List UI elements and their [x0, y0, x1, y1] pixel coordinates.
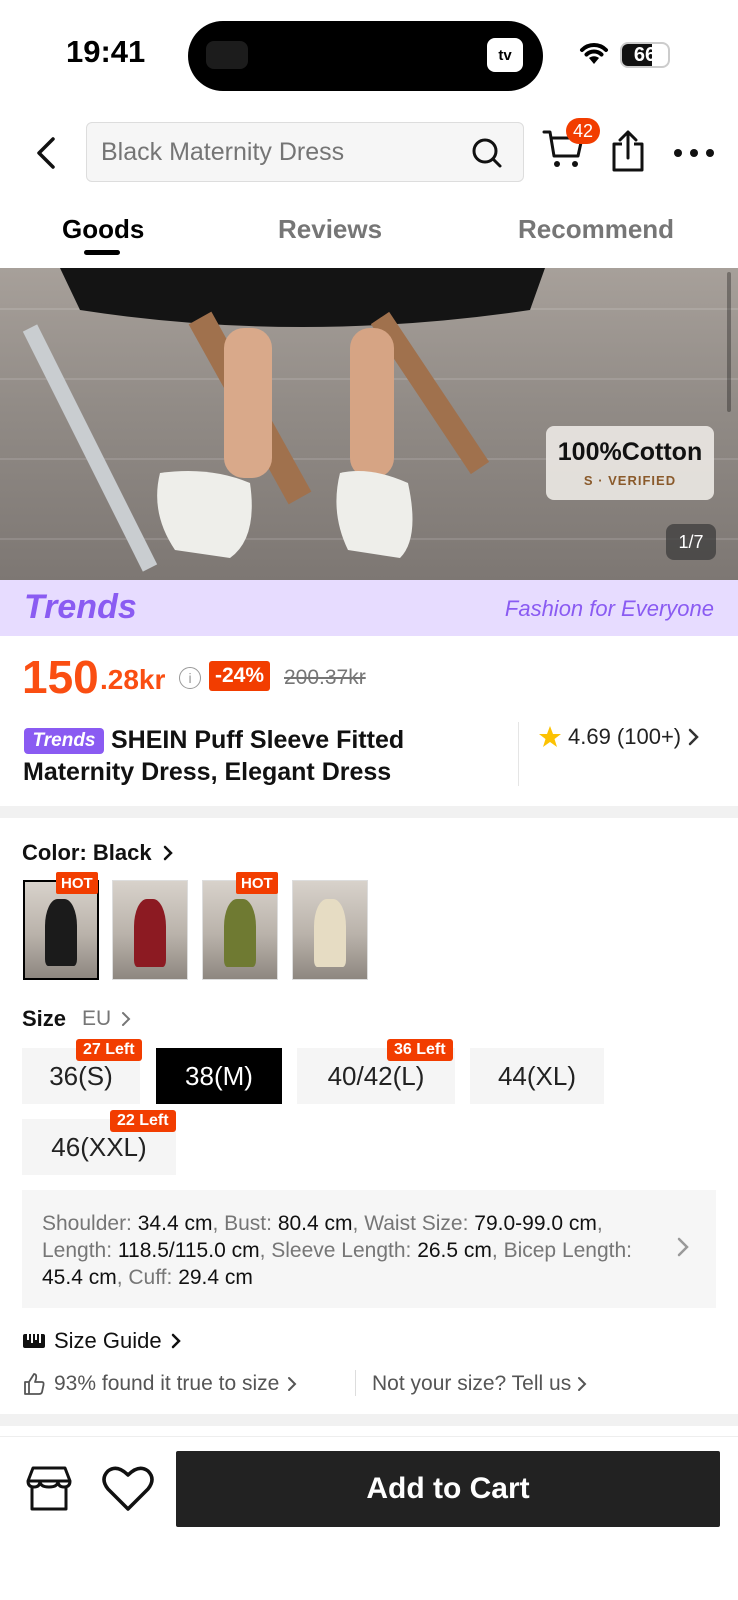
color-swatch-burgundy[interactable] [112, 880, 188, 980]
tell-us-text: Not your size? Tell us [372, 1372, 572, 1395]
back-button[interactable] [26, 128, 66, 178]
trends-slogan: Fashion for Everyone [504, 596, 714, 621]
more-icon[interactable] [670, 136, 718, 170]
chevron-right-icon [688, 728, 699, 746]
true-to-size-text: 93% found it true to size [54, 1372, 280, 1395]
thumbs-up-icon [24, 1373, 45, 1395]
stock-badge: 36 Left [387, 1039, 453, 1061]
wifi-icon [578, 40, 610, 71]
search-bar[interactable] [86, 122, 524, 182]
size-label: Size [22, 1006, 67, 1031]
product-image[interactable]: 100%Cotton S · VERIFIED 1/7 [0, 268, 738, 580]
size-guide-text: Size Guide [54, 1328, 162, 1353]
dynamic-island: tv [188, 21, 543, 91]
add-to-cart-button[interactable]: Add to Cart [176, 1451, 720, 1527]
trends-tag: Trends [24, 728, 104, 754]
rating-value: 4.69 (100+) [568, 724, 682, 749]
share-icon[interactable] [608, 128, 652, 178]
cotton-badge-title: 100%Cotton [557, 438, 703, 466]
model-photo-illustration [22, 268, 545, 572]
tab-active-indicator [84, 250, 120, 255]
size-option-44xl[interactable]: 44(XL) [470, 1048, 604, 1104]
cart-count-badge: 42 [566, 118, 600, 144]
color-label[interactable]: Color: Black [22, 840, 174, 866]
chevron-right-icon [171, 1333, 181, 1349]
scroll-indicator [727, 272, 731, 412]
hot-badge: HOT [56, 872, 98, 894]
stock-badge: 27 Left [76, 1039, 142, 1061]
battery-level: 66 [633, 43, 657, 66]
chevron-right-icon [677, 1237, 689, 1257]
price-decimal: .28kr [100, 664, 166, 695]
title-divider [518, 722, 519, 786]
color-swatch-olive[interactable] [202, 880, 278, 980]
cotton-badge-sub: S · VERIFIED [583, 473, 677, 488]
size-unit-text: EU [82, 1007, 112, 1030]
price-main: 150 [22, 651, 99, 703]
status-time: 19:41 [66, 34, 146, 69]
measurement-text: Shoulder: 34.4 cm, Bust: 80.4 cm, Waist … [42, 1212, 633, 1289]
rating-link[interactable]: 4.69 (100+) [538, 722, 701, 752]
true-to-size-link[interactable]: 93% found it true to size [22, 1370, 297, 1398]
image-counter: 1/7 [666, 524, 716, 560]
chevron-right-icon [288, 1377, 297, 1391]
search-icon[interactable] [467, 133, 507, 173]
cotton-verified-badge: 100%Cotton S · VERIFIED [546, 426, 714, 500]
apple-tv-icon: tv [487, 38, 523, 72]
color-swatch-beige[interactable] [292, 880, 368, 980]
discount-badge: -24% [209, 661, 271, 691]
star-icon [539, 726, 561, 747]
battery-indicator: 66 [620, 42, 670, 68]
hot-badge: HOT [236, 872, 278, 894]
size-guide-link[interactable]: Size Guide [22, 1328, 182, 1354]
chevron-right-icon [163, 845, 173, 861]
stock-badge: 22 Left [110, 1110, 176, 1132]
size-measurements[interactable]: Shoulder: 34.4 cm, Bust: 80.4 cm, Waist … [22, 1190, 716, 1308]
search-input[interactable] [101, 123, 451, 181]
wishlist-heart-icon[interactable] [102, 1465, 154, 1515]
color-swatch-black[interactable] [23, 880, 99, 980]
section-divider [0, 1414, 738, 1426]
island-app-label: tv [498, 46, 512, 64]
section-divider [0, 806, 738, 818]
tab-goods[interactable]: Goods [62, 214, 144, 245]
store-icon[interactable] [24, 1465, 74, 1515]
original-price: 200.37kr [284, 666, 366, 689]
color-label-text: Color: Black [22, 840, 152, 865]
bottom-action-bar: Add to Cart [0, 1436, 738, 1600]
price-info-icon[interactable]: i [179, 667, 201, 689]
chevron-right-icon [122, 1012, 131, 1026]
back-arrow-icon [37, 137, 55, 169]
size-option-38m[interactable]: 38(M) [156, 1048, 282, 1104]
tab-recommend[interactable]: Recommend [518, 214, 674, 245]
ruler-icon [23, 1334, 45, 1348]
chevron-right-icon [578, 1377, 587, 1391]
trends-logo: Trends [24, 588, 137, 626]
tab-reviews[interactable]: Reviews [278, 214, 382, 245]
size-unit-selector[interactable]: EU [82, 1007, 131, 1031]
island-camera-thumbnail [206, 41, 248, 69]
fit-divider [355, 1370, 356, 1396]
trends-banner[interactable]: Trends Fashion for Everyone [0, 580, 738, 636]
tell-us-link[interactable]: Not your size? Tell us [372, 1370, 587, 1398]
